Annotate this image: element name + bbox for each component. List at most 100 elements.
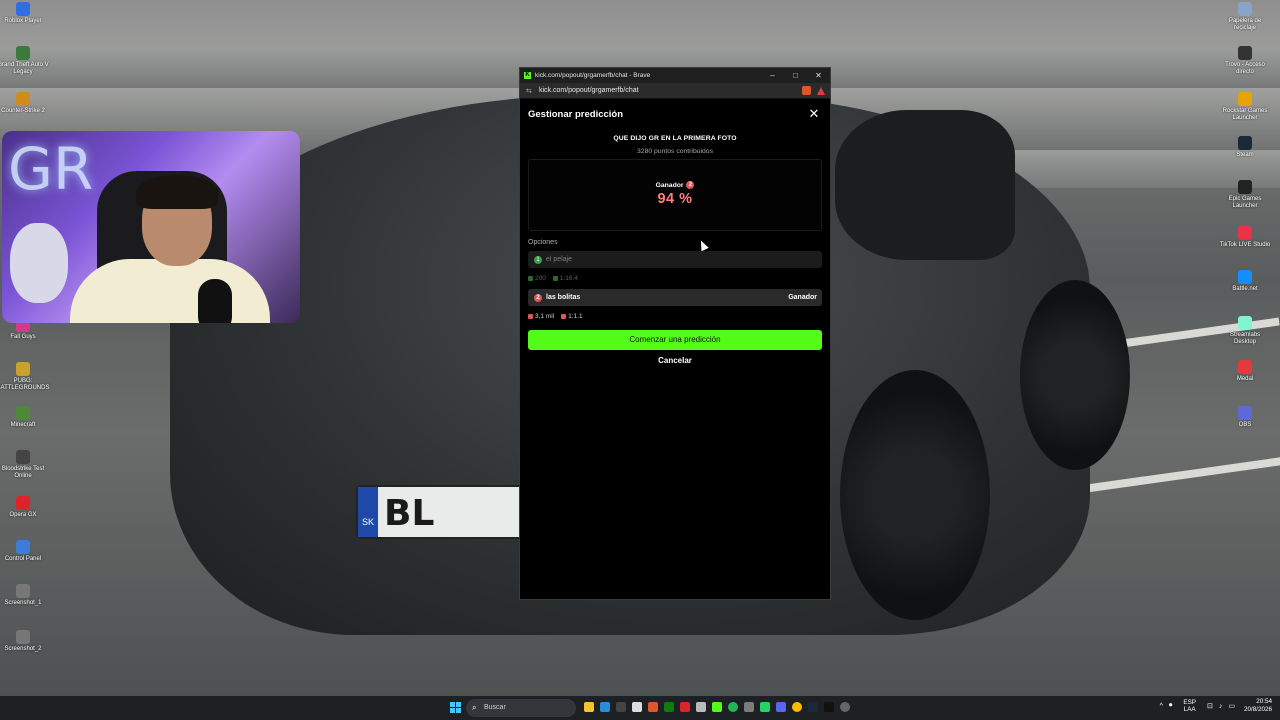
chrome-icon[interactable] xyxy=(792,702,802,712)
desktop-icon[interactable]: Battle.net xyxy=(1218,270,1272,293)
app-icon xyxy=(1238,2,1252,16)
desktop-icon[interactable]: Medal xyxy=(1218,360,1272,383)
desktop-icon-label: Streamlabs Desktop xyxy=(1229,332,1261,345)
windows-start-icon[interactable] xyxy=(450,702,461,713)
app-icon xyxy=(1238,316,1252,330)
clock-time: 20:54 xyxy=(1256,698,1272,705)
ratio-icon xyxy=(561,313,567,319)
store-icon[interactable] xyxy=(632,702,642,712)
maximize-button[interactable]: □ xyxy=(784,68,807,83)
option-ratio: 1:16.4 xyxy=(559,274,578,282)
app-icon xyxy=(1238,92,1252,106)
spotify-icon[interactable] xyxy=(728,702,738,712)
desktop-icon[interactable]: Minecraft xyxy=(0,406,50,429)
desktop-icon[interactable]: Trovo - Acceso directo xyxy=(1218,46,1272,76)
kick-icon[interactable] xyxy=(712,702,722,712)
desktop-icon[interactable]: Counter-Strike 2 xyxy=(0,92,50,115)
photos-icon[interactable] xyxy=(744,702,754,712)
option-1-stats: 200 1:16.4 xyxy=(528,273,822,283)
clock[interactable]: 20:54 20/8/2026 xyxy=(1244,698,1272,714)
desktop-icon-label: PUBG: BATTLEGROUNDS xyxy=(0,378,50,391)
app-icon xyxy=(1238,270,1252,284)
start-prediction-button[interactable]: Comenzar una predicción xyxy=(528,330,822,350)
brave-shields-icon[interactable] xyxy=(802,86,811,95)
webcam-overlay: GR xyxy=(2,131,300,323)
window-titlebar: K kick.com/popout/grgamerfb/chat - Brave… xyxy=(520,68,830,83)
desktop-icon[interactable]: Opera GX xyxy=(0,496,50,519)
battery-icon[interactable]: ▭ xyxy=(1228,702,1235,710)
whatsapp-icon[interactable] xyxy=(760,702,770,712)
file-explorer-icon[interactable] xyxy=(584,702,594,712)
desktop-icon-label: Papelera de reciclaje xyxy=(1228,18,1262,31)
terminal-icon[interactable] xyxy=(616,702,626,712)
app-icon xyxy=(1238,226,1252,240)
desktop-icon[interactable]: Roblox Player xyxy=(0,2,50,25)
cancel-button[interactable]: Cancelar xyxy=(528,356,822,365)
wallpaper-road-line xyxy=(1080,454,1280,494)
app-icon xyxy=(1238,136,1252,150)
site-settings-icon[interactable]: ⇆ xyxy=(526,87,536,95)
desktop-icon[interactable]: Epic Games Launcher xyxy=(1218,180,1272,210)
taskbar-search[interactable]: ⌕ Buscar xyxy=(466,699,576,717)
desktop-icon[interactable]: Steam xyxy=(1218,136,1272,159)
app-icon xyxy=(16,496,30,510)
desktop-icon[interactable]: Bloodstrike Test Online xyxy=(0,450,50,480)
close-icon[interactable]: ✕ xyxy=(806,106,822,122)
search-placeholder: Buscar xyxy=(484,704,506,711)
wallpaper-car-wheel xyxy=(840,370,990,620)
winner-heading: Ganador 2 xyxy=(529,181,821,189)
desktop-icon[interactable]: OBS xyxy=(1218,406,1272,429)
desktop-icon[interactable]: Grand Theft Auto V Legacy xyxy=(0,46,50,76)
edge-icon[interactable] xyxy=(600,702,610,712)
network-icon[interactable]: ⊡ xyxy=(1207,702,1213,710)
winner-label: Ganador xyxy=(655,181,684,189)
app-icon xyxy=(16,362,30,376)
language-indicator[interactable]: ESP LAA xyxy=(1183,699,1196,713)
desktop-icon[interactable]: TikTok LIVE Studio xyxy=(1218,226,1272,249)
desktop-icon[interactable]: Streamlabs Desktop xyxy=(1218,316,1272,346)
search-icon: ⌕ xyxy=(472,703,477,712)
volume-icon[interactable]: ♪ xyxy=(1219,703,1223,710)
window-close-button[interactable]: ✕ xyxy=(807,68,830,83)
wallpaper-car-window xyxy=(835,110,1015,260)
desktop-icon[interactable]: Screenshot_2 xyxy=(0,630,50,653)
discord-icon[interactable] xyxy=(776,702,786,712)
notepad-icon[interactable] xyxy=(696,702,706,712)
brave-rewards-icon[interactable] xyxy=(817,86,825,95)
microphone-icon[interactable]: ⏺ xyxy=(1169,702,1173,710)
neon-sign-graphic: GR xyxy=(8,135,94,203)
desktop-icon[interactable]: Rockstar Games Launcher xyxy=(1218,92,1272,122)
system-tray: ^ ⏺ ESP LAA ⊡ ♪ ▭ 20:54 20/8/2026 xyxy=(1157,698,1272,714)
points-icon xyxy=(528,313,533,319)
browser-popup-window: K kick.com/popout/grgamerfb/chat - Brave… xyxy=(519,67,831,600)
option-number-badge: 2 xyxy=(534,293,542,302)
desktop-icon-label: Grand Theft Auto V Legacy xyxy=(0,62,49,75)
xbox-icon[interactable] xyxy=(664,702,674,712)
url-text[interactable]: kick.com/popout/grgamerfb/chat xyxy=(539,87,802,94)
brave-icon[interactable] xyxy=(648,702,658,712)
opera-gx-icon[interactable] xyxy=(680,702,690,712)
desktop-icon[interactable]: Screenshot_1 xyxy=(0,584,50,607)
kick-favicon-icon: K xyxy=(524,72,531,79)
desktop-icon-label: Steam xyxy=(1236,152,1254,158)
address-bar[interactable]: ⇆ kick.com/popout/grgamerfb/chat xyxy=(520,83,830,99)
winner-result-card: Ganador 2 94 % xyxy=(528,159,822,231)
steam-icon[interactable] xyxy=(808,702,818,712)
desktop-icon[interactable]: Papelera de reciclaje xyxy=(1218,2,1272,32)
desktop-icon[interactable]: PUBG: BATTLEGROUNDS xyxy=(0,362,50,392)
option-ratio: 1:1.1 xyxy=(568,312,583,320)
option-1[interactable]: 1 el pelaje xyxy=(528,251,822,268)
desktop-icon-label: TikTok LIVE Studio xyxy=(1219,242,1271,248)
minimize-button[interactable]: – xyxy=(761,68,784,83)
option-2[interactable]: 2 las bolitas Ganador xyxy=(528,289,822,306)
desktop-icon[interactable]: Control Panel xyxy=(0,540,50,563)
app-icon xyxy=(16,584,30,598)
app-icon xyxy=(16,46,30,60)
option-name: las bolitas xyxy=(546,294,581,301)
chevron-up-icon[interactable]: ^ xyxy=(1160,703,1163,710)
options-heading: Opciones xyxy=(528,239,558,246)
tiktok-icon[interactable] xyxy=(824,702,834,712)
obs-icon[interactable] xyxy=(840,702,850,712)
desktop-icon-label: Control Panel xyxy=(4,556,42,562)
microphone xyxy=(198,279,232,323)
